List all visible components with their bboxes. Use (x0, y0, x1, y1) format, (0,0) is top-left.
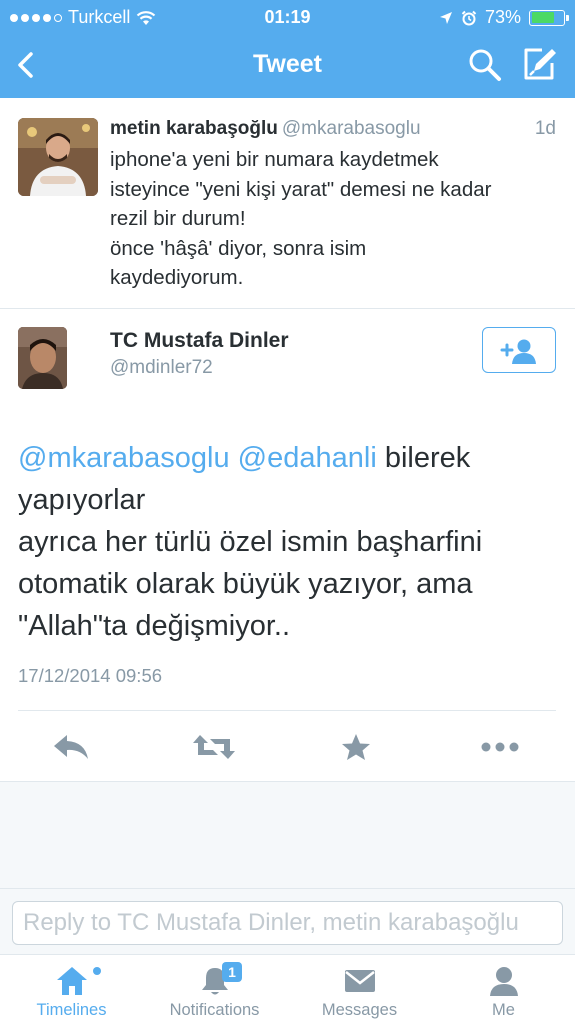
tab-label: Timelines (36, 1001, 107, 1019)
battery-icon (529, 9, 569, 26)
tweet-line: önce 'hâşâ' diyor, sonra isim (110, 236, 367, 260)
author-handle[interactable]: @mdinler72 (110, 357, 213, 379)
tweet-text: @mkarabasoglu @edahanli bilerek yapıyorl… (18, 437, 558, 647)
tweet-line: rezil bir durum! (110, 207, 246, 230)
status-bar: Turkcell 01:19 73% (0, 0, 575, 32)
retweet-icon[interactable] (192, 733, 236, 761)
author-name[interactable]: metin karabaşoğlu (110, 118, 278, 139)
tweet-age: 1d (534, 118, 556, 139)
tweet-detail: metin karabaşoğlu @mkarabasoglu 1d iphone… (0, 98, 575, 781)
battery-percent: 73% (484, 7, 521, 27)
more-icon[interactable] (480, 733, 520, 761)
tweet-line: kaydediyorum. (110, 266, 244, 289)
add-user-icon (500, 339, 536, 364)
avatar[interactable] (18, 327, 67, 389)
tweet-line: "Allah"ta değişmiyor.. (18, 610, 291, 642)
tweet-line: yapıyorlar (18, 484, 146, 516)
home-icon (56, 967, 87, 995)
previous-tweet-text: iphone'a yeni bir numara kaydetmek istey… (110, 145, 560, 293)
tab-me[interactable]: Me (432, 955, 575, 1024)
previous-tweet-header: metin karabaşoğlu @mkarabasoglu 1d (110, 118, 560, 140)
header: Turkcell 01:19 73% Tweet (0, 0, 575, 98)
tab-label: Notifications (169, 1001, 260, 1019)
tab-bar: Timelines 1 Notifications Messages Me (0, 954, 575, 1024)
reply-bar (0, 888, 575, 954)
reply-icon[interactable] (52, 733, 90, 761)
mention-link[interactable]: @edahanli (238, 442, 377, 474)
favorite-icon[interactable] (341, 733, 371, 761)
location-icon (439, 11, 452, 24)
tab-notifications[interactable]: 1 Notifications (143, 955, 286, 1024)
tweet-line: otomatik olarak büyük yazıyor, ama (18, 568, 473, 600)
previous-tweet[interactable]: metin karabaşoğlu @mkarabasoglu 1d iphone… (0, 98, 575, 309)
tweet-actions (0, 711, 575, 781)
alarm-icon (461, 10, 477, 25)
search-icon[interactable] (468, 48, 502, 82)
person-icon (489, 967, 518, 996)
tweet-line: isteyince "yeni kişi yarat" demesi ne ka… (110, 177, 492, 201)
author-handle[interactable]: @mkarabasoglu (282, 118, 421, 139)
envelope-icon (344, 970, 375, 992)
follow-button[interactable] (482, 327, 556, 373)
tweet-line-text: bilerek (376, 442, 471, 474)
author-name[interactable]: TC Mustafa Dinler (110, 329, 289, 353)
tweet-timestamp: 17/12/2014 09:56 (18, 665, 163, 686)
notification-badge: 1 (222, 962, 242, 982)
status-right: 73% (439, 7, 569, 28)
tab-messages[interactable]: Messages (288, 955, 431, 1024)
tweet-line: iphone'a yeni bir numara kaydetmek (110, 148, 439, 171)
tweet-line: ayrıca her türlü özel ismin başharfini (18, 526, 483, 558)
tab-label: Me (492, 1001, 515, 1019)
navigation-bar: Tweet (0, 32, 575, 98)
main-tweet: TC Mustafa Dinler @mdinler72 @mkarabasog… (0, 309, 575, 781)
unread-dot (93, 967, 101, 975)
empty-area (0, 781, 575, 888)
compose-icon[interactable] (522, 46, 558, 82)
reply-input[interactable] (12, 901, 563, 945)
mention-link[interactable]: @mkarabasoglu (18, 442, 230, 474)
tab-timelines[interactable]: Timelines (0, 955, 143, 1024)
tab-label: Messages (321, 1001, 398, 1019)
tweet-line: @mkarabasoglu @edahanli bilerek (18, 437, 558, 479)
avatar[interactable] (18, 118, 98, 196)
